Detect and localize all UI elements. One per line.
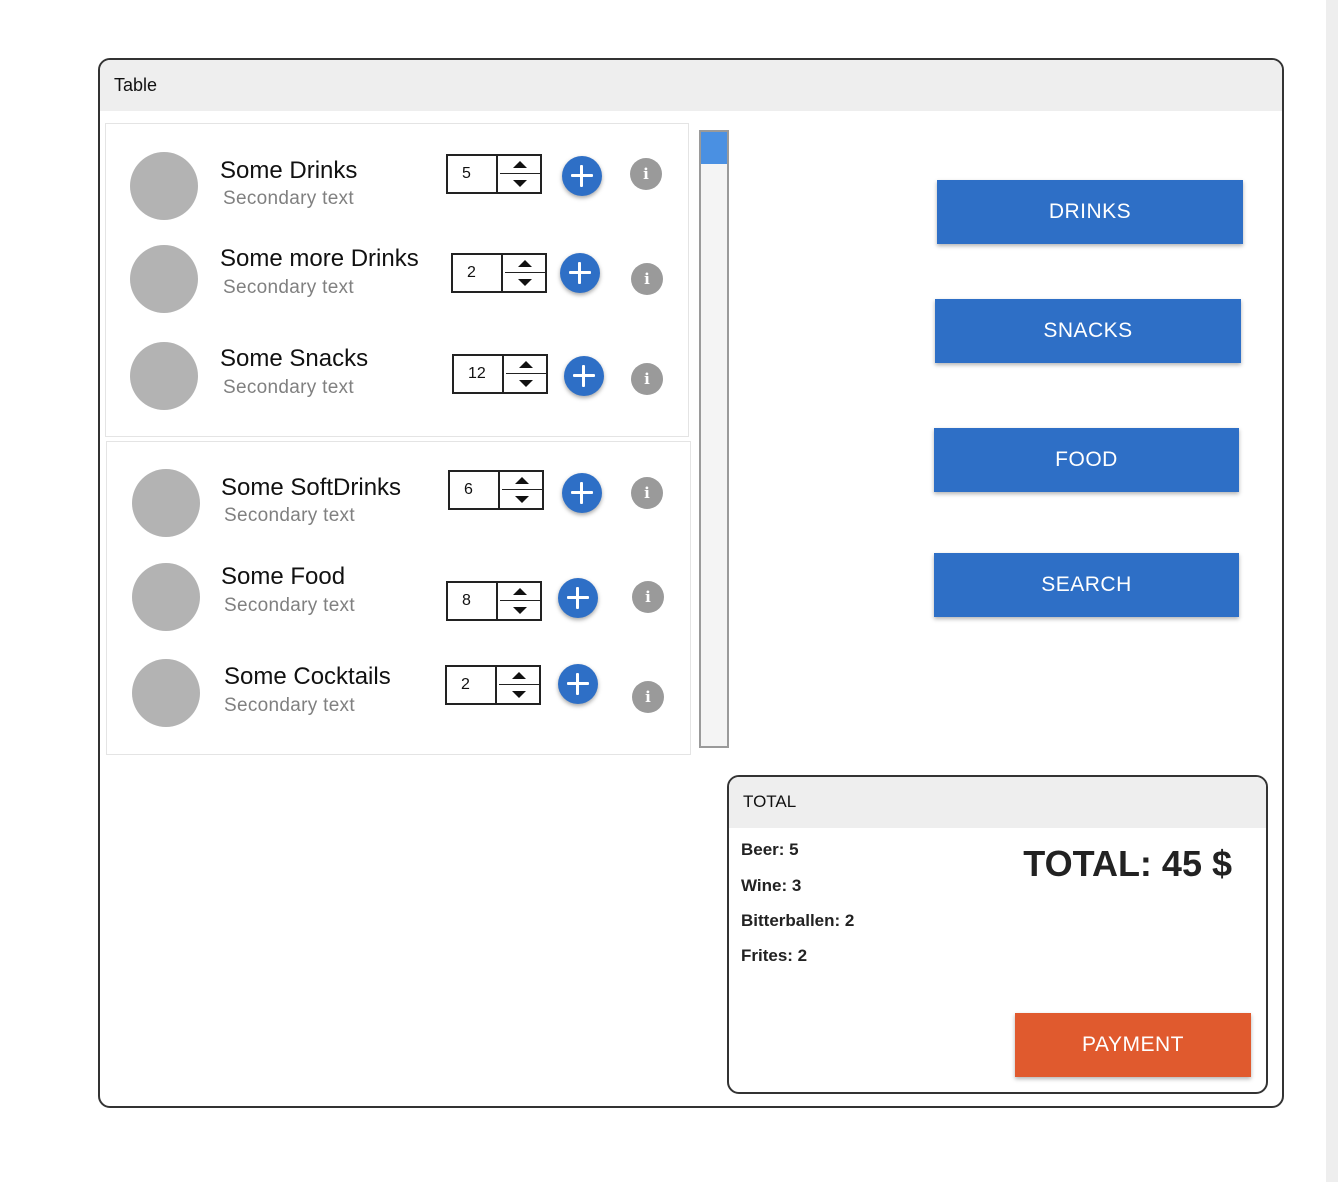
plus-icon-stroke <box>582 365 585 387</box>
quantity-stepper[interactable]: 8 <box>446 581 542 621</box>
add-item-button[interactable] <box>562 473 602 513</box>
item-avatar <box>132 469 200 537</box>
spin-buttons <box>496 156 542 192</box>
quantity-value[interactable]: 8 <box>448 583 496 619</box>
item-primary-text: Some Food <box>221 563 346 590</box>
total-panel: TOTAL Beer: 5 Wine: 3 Bitterballen: 2 Fr… <box>727 775 1268 1094</box>
add-item-button[interactable] <box>560 253 600 293</box>
caret-down-icon[interactable] <box>519 380 533 387</box>
spin-divider <box>500 600 540 601</box>
list-item-some-food[interactable]: Some Food Secondary text 8 i <box>132 563 682 633</box>
item-avatar <box>130 152 198 220</box>
add-item-button[interactable] <box>558 578 598 618</box>
item-primary-text: Some Cocktails <box>224 663 391 690</box>
item-secondary-text: Secondary text <box>223 188 354 209</box>
item-avatar <box>132 563 200 631</box>
info-icon[interactable]: i <box>632 581 664 613</box>
spin-divider <box>505 272 545 273</box>
payment-button[interactable]: PAYMENT <box>1015 1013 1251 1077</box>
scrollbar-thumb[interactable] <box>701 132 727 164</box>
quantity-value[interactable]: 5 <box>448 156 496 192</box>
caret-down-icon[interactable] <box>518 279 532 286</box>
total-panel-header: TOTAL <box>729 777 1266 828</box>
item-primary-text: Some Snacks <box>220 345 369 372</box>
quantity-value[interactable]: 2 <box>447 667 495 703</box>
page-edge <box>1326 0 1338 1182</box>
info-icon[interactable]: i <box>632 681 664 713</box>
caret-up-icon[interactable] <box>513 588 527 595</box>
item-secondary-text: Secondary text <box>223 277 354 298</box>
plus-icon-stroke <box>576 587 579 609</box>
plus-icon-stroke <box>580 482 583 504</box>
quantity-stepper[interactable]: 5 <box>446 154 542 194</box>
add-item-button[interactable] <box>558 664 598 704</box>
drinks-button[interactable]: DRINKS <box>937 180 1243 244</box>
spin-buttons <box>502 356 548 392</box>
list-item-some-drinks[interactable]: Some Drinks Secondary text 5 i <box>130 152 680 222</box>
order-line: Wine: 3 <box>741 876 802 895</box>
item-avatar <box>130 245 198 313</box>
plus-icon-stroke <box>580 165 583 187</box>
spin-divider <box>500 173 540 174</box>
search-button[interactable]: SEARCH <box>934 553 1239 617</box>
list-item-some-snacks[interactable]: Some Snacks Secondary text 12 i <box>130 342 680 412</box>
item-group-1: Some Drinks Secondary text 5 i Some more… <box>105 123 689 437</box>
spin-buttons <box>501 255 547 291</box>
info-icon[interactable]: i <box>631 477 663 509</box>
spin-buttons <box>498 472 544 508</box>
window-title: Table <box>114 75 158 95</box>
total-amount: TOTAL: 45 $ <box>1023 843 1232 884</box>
quantity-stepper[interactable]: 2 <box>451 253 547 293</box>
quantity-stepper[interactable]: 6 <box>448 470 544 510</box>
plus-icon-stroke <box>578 262 581 284</box>
caret-up-icon[interactable] <box>515 477 529 484</box>
add-item-button[interactable] <box>564 356 604 396</box>
item-primary-text: Some Drinks <box>220 157 358 184</box>
list-item-some-cocktails[interactable]: Some Cocktails Secondary text 2 i <box>132 659 682 729</box>
spin-divider <box>499 684 539 685</box>
item-secondary-text: Secondary text <box>224 595 355 616</box>
item-avatar <box>132 659 200 727</box>
quantity-value[interactable]: 12 <box>454 356 502 392</box>
order-line: Beer: 5 <box>741 840 799 859</box>
quantity-stepper[interactable]: 2 <box>445 665 541 705</box>
caret-down-icon[interactable] <box>512 691 526 698</box>
item-primary-text: Some more Drinks <box>220 245 419 272</box>
add-item-button[interactable] <box>562 156 602 196</box>
info-icon[interactable]: i <box>630 158 662 190</box>
quantity-value[interactable]: 6 <box>450 472 498 508</box>
list-scrollbar[interactable] <box>699 130 729 748</box>
caret-up-icon[interactable] <box>512 672 526 679</box>
quantity-stepper[interactable]: 12 <box>452 354 548 394</box>
caret-up-icon[interactable] <box>519 361 533 368</box>
quantity-value[interactable]: 2 <box>453 255 501 291</box>
caret-up-icon[interactable] <box>513 161 527 168</box>
caret-down-icon[interactable] <box>515 496 529 503</box>
snacks-button[interactable]: SNACKS <box>935 299 1241 363</box>
caret-down-icon[interactable] <box>513 180 527 187</box>
plus-icon-stroke <box>576 673 579 695</box>
window-header: Table <box>100 60 1282 111</box>
caret-up-icon[interactable] <box>518 260 532 267</box>
item-avatar <box>130 342 198 410</box>
order-line: Frites: 2 <box>741 946 808 965</box>
caret-down-icon[interactable] <box>513 607 527 614</box>
total-panel-title: TOTAL <box>743 792 797 811</box>
info-icon[interactable]: i <box>631 363 663 395</box>
item-group-2: Some SoftDrinks Secondary text 6 i Some … <box>106 441 691 755</box>
info-icon[interactable]: i <box>631 263 663 295</box>
list-item-some-more-drinks[interactable]: Some more Drinks Secondary text 2 i <box>130 245 680 315</box>
item-primary-text: Some SoftDrinks <box>221 474 402 501</box>
order-line: Bitterballen: 2 <box>741 911 855 930</box>
list-item-some-softdrinks[interactable]: Some SoftDrinks Secondary text 6 i <box>132 469 682 539</box>
item-secondary-text: Secondary text <box>224 695 355 716</box>
spin-divider <box>502 489 542 490</box>
spin-buttons <box>495 667 541 703</box>
food-button[interactable]: FOOD <box>934 428 1239 492</box>
spin-buttons <box>496 583 542 619</box>
item-secondary-text: Secondary text <box>223 377 354 398</box>
spin-divider <box>506 373 546 374</box>
item-secondary-text: Secondary text <box>224 505 355 526</box>
